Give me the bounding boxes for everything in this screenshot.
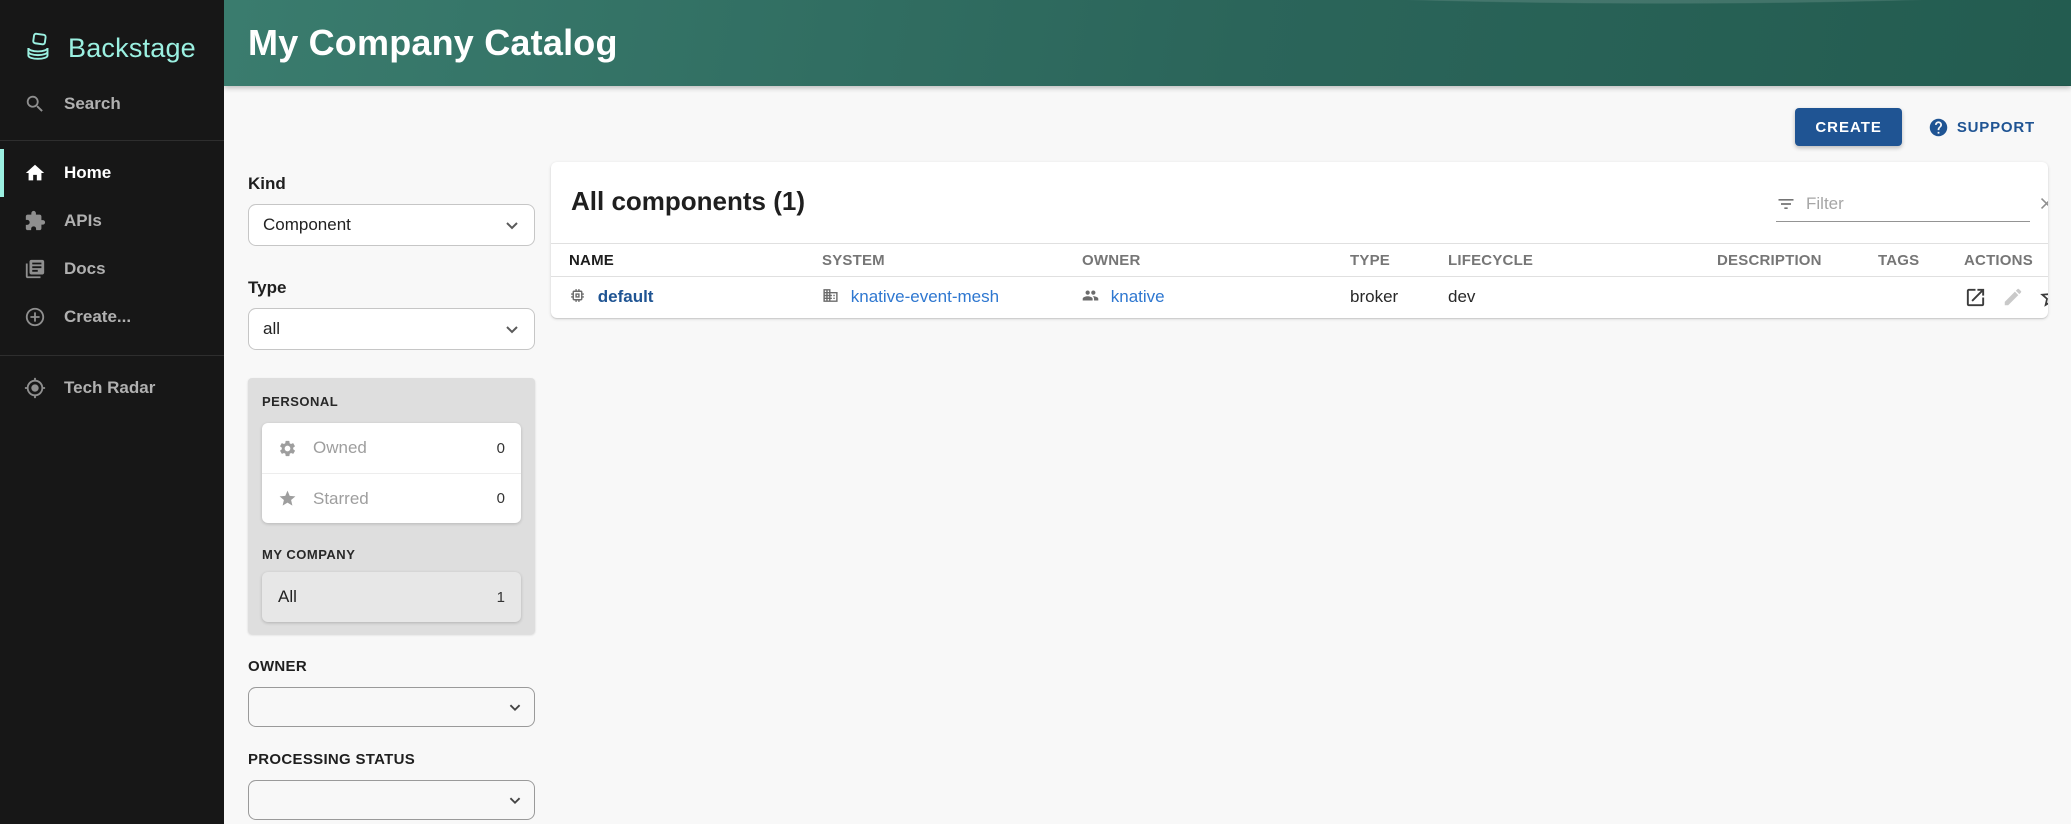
column-header-name[interactable]: NAME xyxy=(551,244,804,277)
top-actions: CREATE SUPPORT xyxy=(1795,108,2035,146)
type-label: Type xyxy=(248,278,535,298)
sidebar: Backstage Search Home APIs Docs Create..… xyxy=(0,0,224,824)
docs-icon xyxy=(24,258,46,280)
owner-select[interactable] xyxy=(248,687,535,727)
filter-owned[interactable]: Owned 0 xyxy=(262,423,521,473)
star-border-icon[interactable] xyxy=(2038,284,2048,310)
owned-label: Owned xyxy=(313,438,497,458)
sidebar-item-apis[interactable]: APIs xyxy=(0,197,224,245)
system-icon xyxy=(822,287,839,304)
chevron-down-icon xyxy=(504,696,526,718)
column-header-system[interactable]: SYSTEM xyxy=(804,244,1064,277)
type-select-value: all xyxy=(263,319,500,339)
column-header-actions: ACTIONS xyxy=(1946,244,2048,277)
lifecycle-cell: dev xyxy=(1430,277,1699,318)
column-header-tags[interactable]: TAGS xyxy=(1860,244,1946,277)
table-filter xyxy=(1776,186,2030,222)
personal-section-title: PERSONAL xyxy=(262,394,521,409)
sidebar-item-label: Create... xyxy=(64,307,131,327)
sidebar-divider xyxy=(0,140,224,141)
owner-cell: knative xyxy=(1064,277,1332,318)
entity-picker-card: PERSONAL Owned 0 Starred 0 MY COMPANY Al… xyxy=(248,378,535,634)
component-icon xyxy=(569,287,586,304)
column-header-description[interactable]: DESCRIPTION xyxy=(1699,244,1860,277)
column-header-owner[interactable]: OWNER xyxy=(1064,244,1332,277)
kind-select-value: Component xyxy=(263,215,500,235)
gear-icon xyxy=(278,439,297,458)
sidebar-tools: Tech Radar xyxy=(0,364,224,412)
all-count: 1 xyxy=(497,589,505,606)
type-select[interactable]: all xyxy=(248,308,535,350)
company-section-title: MY COMPANY xyxy=(262,547,521,562)
table-filter-input[interactable] xyxy=(1806,194,2027,214)
owner-filter-label: OWNER xyxy=(248,658,535,675)
edit-icon[interactable] xyxy=(2002,286,2024,308)
backstage-logo[interactable]: Backstage xyxy=(0,0,224,70)
support-button[interactable]: SUPPORT xyxy=(1928,117,2035,138)
chevron-down-icon xyxy=(500,213,524,237)
table-card-header: All components (1) xyxy=(551,162,2048,243)
personal-picker-list: Owned 0 Starred 0 xyxy=(262,423,521,523)
sidebar-item-label: Home xyxy=(64,163,111,183)
chevron-down-icon xyxy=(500,317,524,341)
filter-icon xyxy=(1776,194,1796,214)
page-title: My Company Catalog xyxy=(224,22,618,64)
sidebar-item-home[interactable]: Home xyxy=(0,149,224,197)
chevron-down-icon xyxy=(504,789,526,811)
column-header-lifecycle[interactable]: LIFECYCLE xyxy=(1430,244,1699,277)
sidebar-divider xyxy=(0,355,224,356)
add-circle-icon xyxy=(24,306,46,328)
actions-cell xyxy=(1946,277,2048,318)
sidebar-item-label: Docs xyxy=(64,259,106,279)
name-cell: default xyxy=(551,277,804,318)
table-header-row: NAME SYSTEM OWNER TYPE LIFECYCLE DESCRIP… xyxy=(551,244,2048,277)
all-label: All xyxy=(278,587,497,607)
open-in-new-icon[interactable] xyxy=(1964,286,1987,309)
tech-radar-icon xyxy=(24,377,46,399)
entity-link[interactable]: default xyxy=(598,287,654,306)
sidebar-item-create[interactable]: Create... xyxy=(0,293,224,341)
column-header-type[interactable]: TYPE xyxy=(1332,244,1430,277)
sidebar-item-tech-radar[interactable]: Tech Radar xyxy=(0,364,224,412)
sidebar-item-docs[interactable]: Docs xyxy=(0,245,224,293)
page-header: My Company Catalog xyxy=(224,0,2071,86)
processing-status-select[interactable] xyxy=(248,780,535,820)
support-label: SUPPORT xyxy=(1957,119,2035,136)
logo-text: Backstage xyxy=(68,33,196,64)
sidebar-item-label: Tech Radar xyxy=(64,378,155,398)
table-title: All components (1) xyxy=(571,186,805,217)
search-icon xyxy=(24,93,46,115)
owner-link[interactable]: knative xyxy=(1111,287,1165,306)
components-table: NAME SYSTEM OWNER TYPE LIFECYCLE DESCRIP… xyxy=(551,243,2048,318)
type-cell: broker xyxy=(1332,277,1430,318)
starred-count: 0 xyxy=(497,490,505,507)
create-button[interactable]: CREATE xyxy=(1795,108,1902,146)
star-icon xyxy=(278,489,297,508)
backstage-logo-icon xyxy=(22,31,56,65)
components-table-card: All components (1) NAME SYSTEM OWNER TYP… xyxy=(551,162,2048,318)
description-cell xyxy=(1699,277,1860,318)
processing-status-label: PROCESSING STATUS xyxy=(248,751,535,768)
help-icon xyxy=(1928,117,1949,138)
table-row: default knative-event-mesh knative broke… xyxy=(551,277,2048,318)
kind-label: Kind xyxy=(248,174,535,194)
filter-all[interactable]: All 1 xyxy=(262,572,521,622)
system-link[interactable]: knative-event-mesh xyxy=(851,287,999,306)
main-content: CREATE SUPPORT Kind Component Type all P… xyxy=(224,86,2071,824)
sidebar-item-label: Search xyxy=(64,94,121,114)
starred-label: Starred xyxy=(313,489,497,509)
close-icon[interactable] xyxy=(2037,194,2048,213)
system-cell: knative-event-mesh xyxy=(804,277,1064,318)
filter-starred[interactable]: Starred 0 xyxy=(262,473,521,523)
group-icon xyxy=(1082,287,1099,304)
sidebar-item-search[interactable]: Search xyxy=(0,82,224,126)
puzzle-icon xyxy=(24,210,46,232)
kind-select[interactable]: Component xyxy=(248,204,535,246)
owned-count: 0 xyxy=(497,440,505,457)
filters-panel: Kind Component Type all PERSONAL Owned 0… xyxy=(248,174,535,820)
tags-cell xyxy=(1860,277,1946,318)
home-icon xyxy=(24,162,46,184)
sidebar-item-label: APIs xyxy=(64,211,102,231)
sidebar-nav: Home APIs Docs Create... xyxy=(0,149,224,341)
